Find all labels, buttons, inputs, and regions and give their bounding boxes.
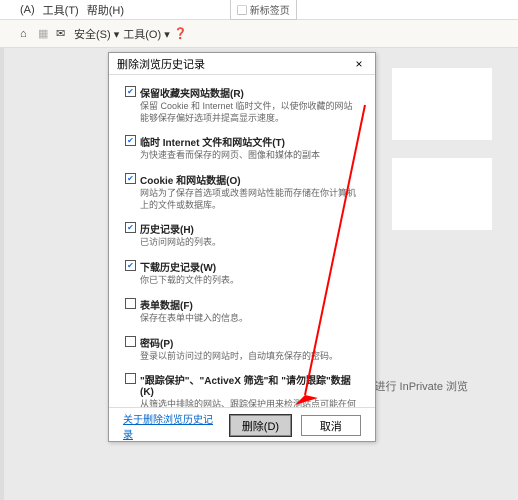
option-7: "跟踪保护"、"ActiveX 筛选"和 "请勿跟踪"数据(K)从筛选中排除的网… [125,372,359,407]
mail-icon[interactable]: ✉ [56,27,70,40]
option-label[interactable]: 历史记录(H) [140,221,194,236]
option-label[interactable]: "跟踪保护"、"ActiveX 筛选"和 "请勿跟踪"数据(K) [140,372,359,398]
option-label[interactable]: Cookie 和网站数据(O) [140,172,241,187]
delete-history-dialog: 删除浏览历史记录 × ✔ 保留收藏夹网站数据(R)保留 Cookie 和 Inte… [108,52,376,442]
checkbox[interactable] [125,336,136,347]
command-bar: ⌂ ▦ ✉ 安全(S) ▾ 工具(O) ▾ ❓ [0,20,518,48]
option-label[interactable]: 保留收藏夹网站数据(R) [140,85,244,100]
option-desc: 保留 Cookie 和 Internet 临时文件，以使你收藏的网站能够保存偏好… [140,101,359,124]
checkbox[interactable]: ✔ [125,86,136,97]
checkbox[interactable] [125,373,136,384]
option-4: ✔ 下载历史记录(W)你已下载的文件的列表。 [125,259,359,287]
option-desc: 网站为了保存首选项或改善网站性能而存储在你计算机上的文件或数据库。 [140,188,359,211]
menu-item-help[interactable]: 帮助(H) [87,2,124,18]
menu-item-tools[interactable]: 工具(T) [43,2,79,18]
option-label[interactable]: 表单数据(F) [140,297,193,312]
checkbox[interactable]: ✔ [125,135,136,146]
dialog-footer: 关于删除浏览历史记录 删除(D) 取消 [109,407,375,443]
option-label[interactable]: 临时 Internet 文件和网站文件(T) [140,134,285,149]
safety-menu[interactable]: 安全(S) ▾ [74,26,119,42]
option-desc: 从筛选中排除的网站、跟踪保护用来检测站点可能在何处自动共享你的相关访问详细信息的… [140,399,359,407]
tools-menu[interactable]: 工具(O) ▾ [123,26,169,42]
option-desc: 已访问网站的列表。 [140,237,359,249]
option-desc: 保存在表单中键入的信息。 [140,313,359,325]
about-link[interactable]: 关于删除浏览历史记录 [123,411,220,441]
checkbox[interactable] [125,298,136,309]
option-desc: 登录以前访问过的网站时，自动填充保存的密码。 [140,351,359,363]
cancel-button[interactable]: 取消 [301,415,361,436]
option-3: ✔ 历史记录(H)已访问网站的列表。 [125,221,359,249]
option-5: 表单数据(F)保存在表单中键入的信息。 [125,297,359,325]
checkbox[interactable]: ✔ [125,260,136,271]
dialog-title: 删除浏览历史记录 [117,56,205,72]
option-2: ✔ Cookie 和网站数据(O)网站为了保存首选项或改善网站性能而存储在你计算机… [125,172,359,211]
option-label[interactable]: 密码(P) [140,335,173,350]
option-0: ✔ 保留收藏夹网站数据(R)保留 Cookie 和 Internet 临时文件，以… [125,85,359,124]
site-thumb[interactable] [392,158,492,230]
delete-button[interactable]: 删除(D) [230,415,290,436]
help-icon[interactable]: ❓ [174,27,188,40]
menu-item[interactable]: (A) [20,4,35,16]
checkbox[interactable]: ✔ [125,222,136,233]
option-label[interactable]: 下载历史记录(W) [140,259,216,274]
option-6: 密码(P)登录以前访问过的网站时，自动填充保存的密码。 [125,335,359,363]
option-1: ✔ 临时 Internet 文件和网站文件(T)为快速查看而保存的网页、图像和媒体… [125,134,359,162]
close-icon[interactable]: × [347,55,371,73]
rss-icon[interactable]: ▦ [38,27,52,40]
dialog-titlebar: 删除浏览历史记录 × [109,53,375,75]
checkbox[interactable]: ✔ [125,173,136,184]
option-desc: 为快速查看而保存的网页、图像和媒体的副本 [140,150,359,162]
option-desc: 你已下载的文件的列表。 [140,275,359,287]
dialog-body: ✔ 保留收藏夹网站数据(R)保留 Cookie 和 Internet 临时文件，以… [109,75,375,407]
new-tab[interactable]: ▢ 新标签页 [230,0,297,20]
home-icon[interactable]: ⌂ [20,28,34,40]
site-thumb[interactable] [392,68,492,140]
